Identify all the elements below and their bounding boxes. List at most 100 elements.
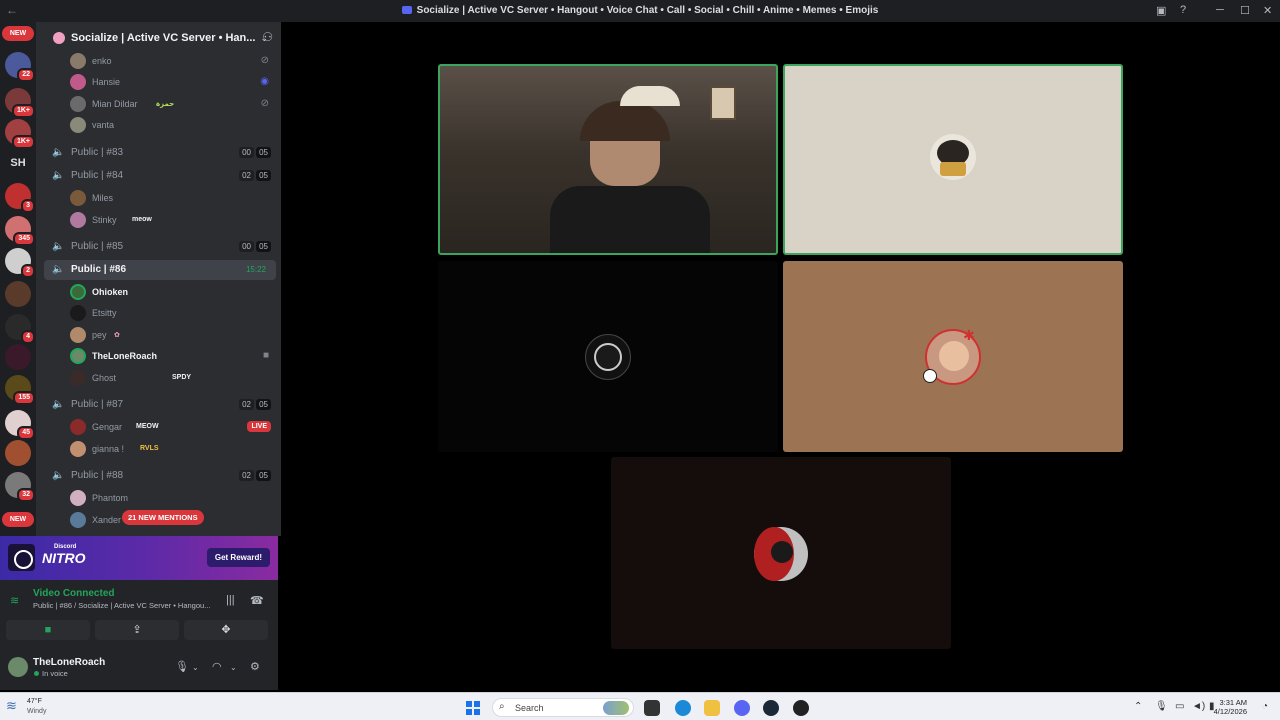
avatar xyxy=(70,327,86,343)
headphones-icon[interactable]: ◠ xyxy=(212,660,222,673)
server-icon[interactable]: 32 xyxy=(5,472,35,502)
muted-mic-icon: ⊘ xyxy=(260,98,269,109)
server-icon[interactable]: 45 xyxy=(5,410,35,440)
wall-frame xyxy=(710,86,736,120)
server-badge: 1K+ xyxy=(11,104,35,118)
voice-member[interactable]: gianna ! RVLS xyxy=(36,439,281,459)
voice-channel[interactable]: 🔈 Public | #83 00 05 xyxy=(36,143,281,163)
voice-member[interactable]: Phantom xyxy=(36,488,281,508)
chevron-down-icon[interactable]: ⌄ xyxy=(192,663,199,672)
minimize-icon[interactable]: ─ xyxy=(1216,4,1224,16)
video-tile-avatar[interactable]: ✱ xyxy=(783,261,1123,452)
avatar xyxy=(70,419,86,435)
disconnect-icon[interactable]: ☎ xyxy=(250,594,264,607)
server-icon[interactable]: 1K+ xyxy=(5,88,35,118)
video-tile-avatar[interactable] xyxy=(783,64,1123,255)
volume-icon[interactable]: ◄) xyxy=(1192,701,1205,712)
avatar xyxy=(70,74,86,90)
windows-start-icon[interactable] xyxy=(466,701,480,715)
voice-member[interactable]: enko ⊘ xyxy=(36,51,281,71)
microphone-icon[interactable]: 🎙 xyxy=(175,660,189,673)
weather-temp[interactable]: 47°F xyxy=(27,698,42,705)
weather-condition[interactable]: Windy xyxy=(27,708,46,715)
voice-member[interactable]: Ohioken xyxy=(36,282,281,302)
voice-channel[interactable]: 🔈 Public | #88 02 05 xyxy=(36,466,281,486)
username[interactable]: TheLoneRoach xyxy=(33,657,105,668)
task-view-icon[interactable] xyxy=(644,700,660,716)
voice-member[interactable]: Stinky meow xyxy=(36,210,281,230)
noise-suppression-icon[interactable]: ||| xyxy=(226,594,235,606)
server-icon[interactable] xyxy=(5,344,31,370)
app-icon[interactable] xyxy=(793,700,809,716)
voice-member[interactable]: vanta xyxy=(36,115,281,135)
shirt-shape xyxy=(550,186,710,253)
microphone-tray-icon[interactable]: 🎙 xyxy=(1155,701,1168,712)
new-pill[interactable]: NEW xyxy=(2,26,34,41)
member-tag: حمزة xyxy=(156,101,175,108)
voice-channel-active[interactable]: 🔈 Public | #86 15:22 xyxy=(44,260,276,280)
start-tile xyxy=(466,701,472,707)
server-badge: 345 xyxy=(13,232,35,246)
video-tile-camera[interactable] xyxy=(438,64,778,255)
edge-browser-icon[interactable] xyxy=(675,700,691,716)
file-explorer-icon[interactable] xyxy=(704,700,720,716)
voice-channel-path[interactable]: Public | #86 / Socialize | Active VC Ser… xyxy=(33,601,210,610)
hair-shape xyxy=(580,101,670,141)
video-tile-avatar[interactable] xyxy=(611,457,951,649)
taskbar-search[interactable]: ⌕ Search xyxy=(492,698,634,717)
discord-app-icon[interactable] xyxy=(734,700,750,716)
maximize-icon[interactable]: ☐ xyxy=(1240,4,1250,17)
voice-member[interactable]: TheLoneRoach ■ xyxy=(36,346,281,366)
server-icon[interactable]: 3 xyxy=(5,183,35,213)
chevron-down-icon[interactable]: ⌄ xyxy=(230,663,237,672)
new-pill[interactable]: NEW xyxy=(2,512,34,527)
close-icon[interactable]: ✕ xyxy=(1263,4,1272,17)
server-icon-text[interactable]: SH xyxy=(5,150,31,176)
steam-icon[interactable] xyxy=(763,700,779,716)
voice-member[interactable]: pey ✿ xyxy=(36,325,281,345)
server-icon[interactable]: 22 xyxy=(5,52,35,82)
voice-channel[interactable]: 🔈 Public | #85 00 05 xyxy=(36,237,281,257)
network-icon[interactable]: ▭ xyxy=(1175,701,1184,712)
voice-member[interactable]: Miles xyxy=(36,188,281,208)
channel-list: Socialize | Active VC Server • Han... ⌄ … xyxy=(36,22,281,536)
server-header[interactable]: Socialize | Active VC Server • Han... ⌄ … xyxy=(36,22,281,54)
avatar xyxy=(70,96,86,112)
notifications-bell-icon[interactable]: ◔ xyxy=(1262,701,1268,712)
server-icon[interactable]: 155 xyxy=(5,375,35,405)
voice-member[interactable]: Etsitty xyxy=(36,303,281,323)
server-badge: 22 xyxy=(17,68,35,82)
voice-member[interactable]: Mian Dildar حمزة ⊘ xyxy=(36,94,281,114)
server-icon[interactable] xyxy=(5,281,31,307)
avatar[interactable] xyxy=(8,657,28,677)
new-mentions-pill[interactable]: 21 NEW MENTIONS xyxy=(122,510,204,525)
avatar xyxy=(70,512,86,528)
get-reward-button[interactable]: Get Reward! xyxy=(206,548,270,567)
add-member-icon[interactable]: ⚇ xyxy=(262,30,273,44)
server-icon[interactable]: 4 xyxy=(5,314,35,344)
star-icon: ✿ xyxy=(114,332,120,339)
video-tile-avatar[interactable] xyxy=(438,261,778,452)
member-tag: meow xyxy=(132,216,152,223)
voice-channel[interactable]: 🔈 Public | #84 02 05 xyxy=(36,166,281,186)
activities-button[interactable]: ✥ xyxy=(184,620,268,640)
inbox-icon[interactable]: ▣ xyxy=(1156,4,1166,17)
voice-status[interactable]: Video Connected xyxy=(33,588,115,599)
server-icon[interactable]: 2 xyxy=(5,248,35,278)
voice-member[interactable]: Gengar MEOW LIVE xyxy=(36,417,281,437)
window-title: Socialize | Active VC Server • Hangout •… xyxy=(0,5,1280,16)
voice-member[interactable]: Ghost SPDY xyxy=(36,368,281,388)
voice-channel[interactable]: 🔈 Public | #87 02 05 xyxy=(36,395,281,415)
server-icon[interactable]: 1K+ xyxy=(5,119,35,149)
settings-gear-icon[interactable]: ⚙ xyxy=(250,660,260,673)
voice-member[interactable]: Hansie ◉ xyxy=(36,72,281,92)
chevron-up-icon[interactable]: ⌃ xyxy=(1134,701,1142,712)
weather-wind-icon[interactable]: ≋ xyxy=(6,698,17,714)
server-icon[interactable]: 345 xyxy=(5,216,35,246)
avatar xyxy=(70,348,86,364)
camera-button[interactable]: ■ xyxy=(6,620,90,640)
screen-share-button[interactable]: ⇪ xyxy=(95,620,179,640)
help-icon[interactable]: ? xyxy=(1180,4,1186,16)
clock[interactable]: 3:31 AM 4/12/2026 xyxy=(1214,698,1247,716)
server-icon[interactable] xyxy=(5,440,31,466)
